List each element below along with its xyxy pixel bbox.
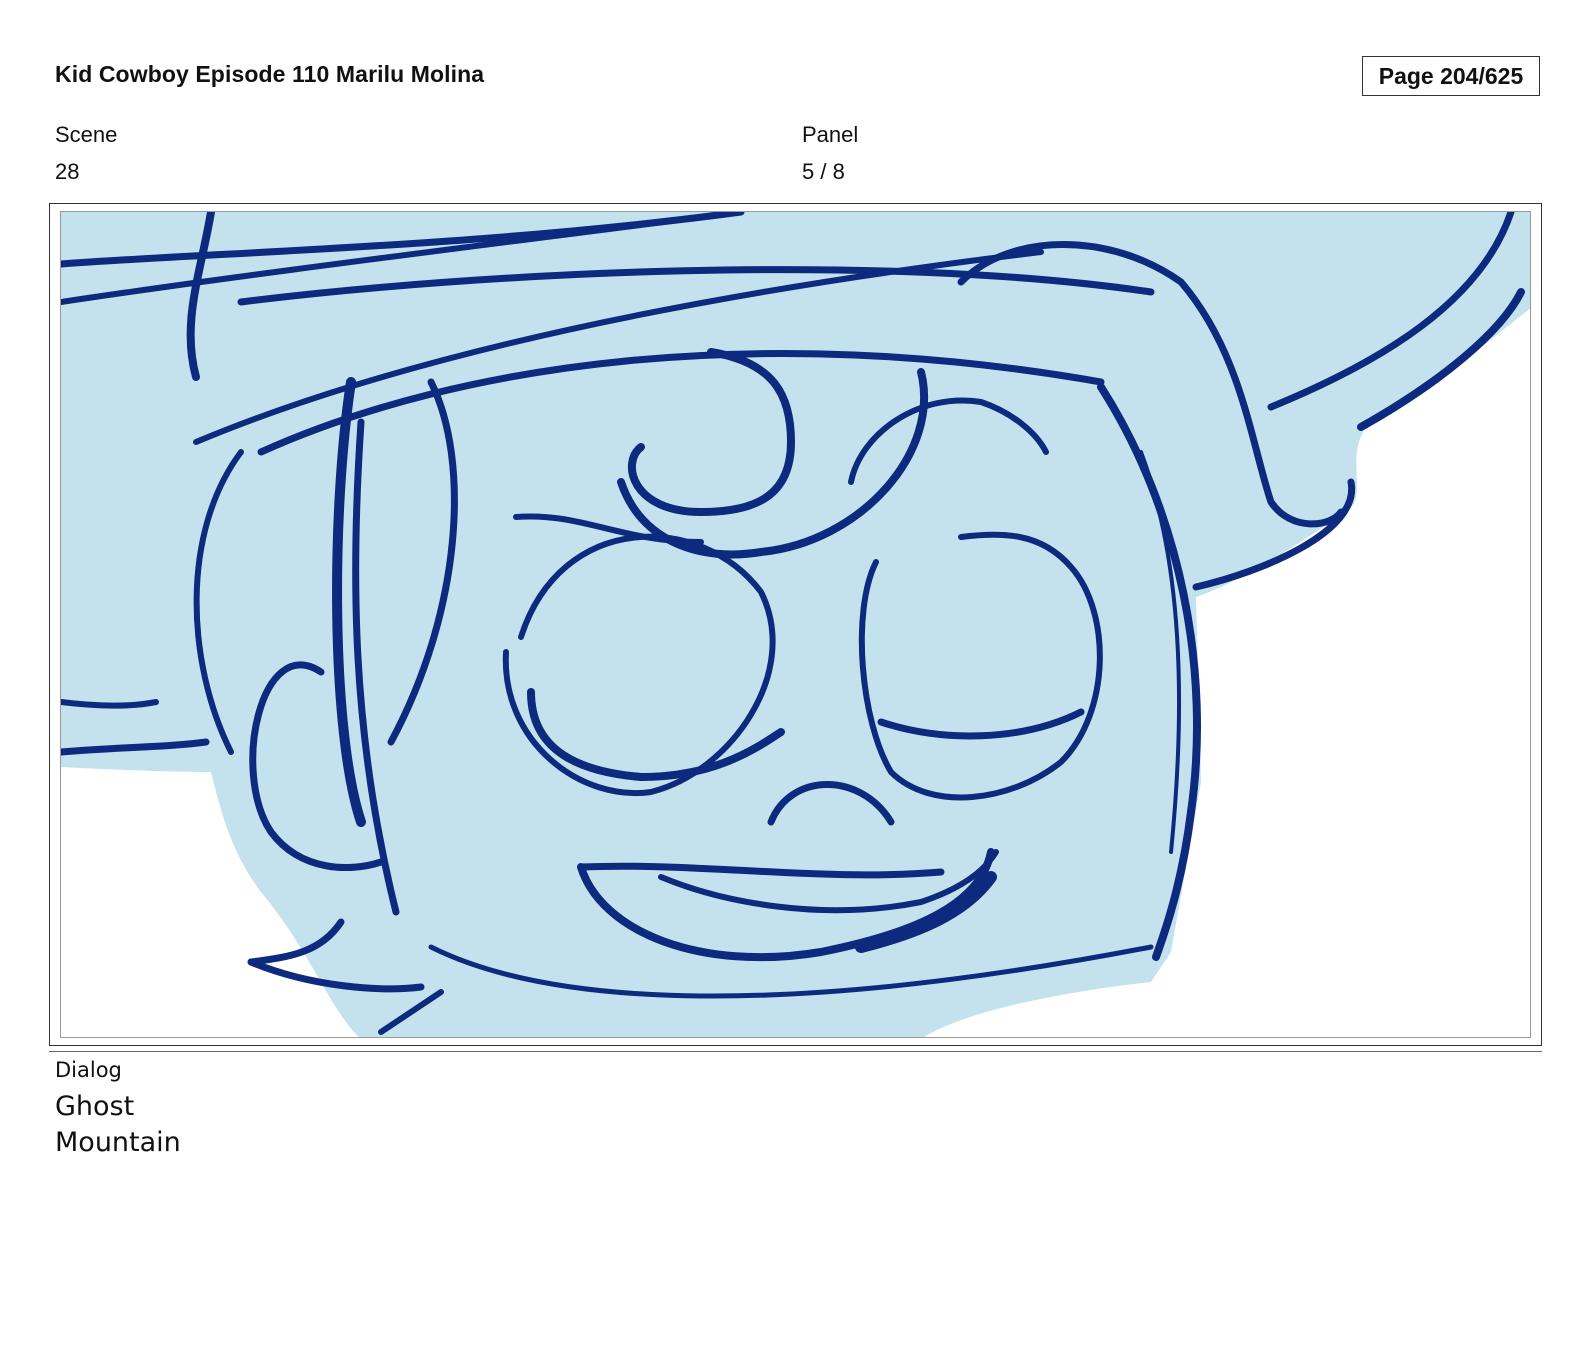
sketch-fill xyxy=(61,212,1530,1037)
dialog-divider xyxy=(49,1051,1542,1052)
page-number-box: Page 204/625 xyxy=(1362,56,1540,96)
dialog-line: Ghost xyxy=(55,1091,135,1122)
sketch-drawing xyxy=(61,212,1530,1037)
panel-value: 5 / 8 xyxy=(802,159,845,184)
dialog-label: Dialog xyxy=(55,1058,122,1082)
panel-image xyxy=(60,211,1531,1038)
storyboard-title: Kid Cowboy Episode 110 Marilu Molina xyxy=(55,61,485,87)
scene-value: 28 xyxy=(55,159,80,184)
panel-label: Panel xyxy=(802,122,859,147)
scene-label: Scene xyxy=(55,122,118,147)
dialog-line: Mountain xyxy=(55,1127,181,1158)
